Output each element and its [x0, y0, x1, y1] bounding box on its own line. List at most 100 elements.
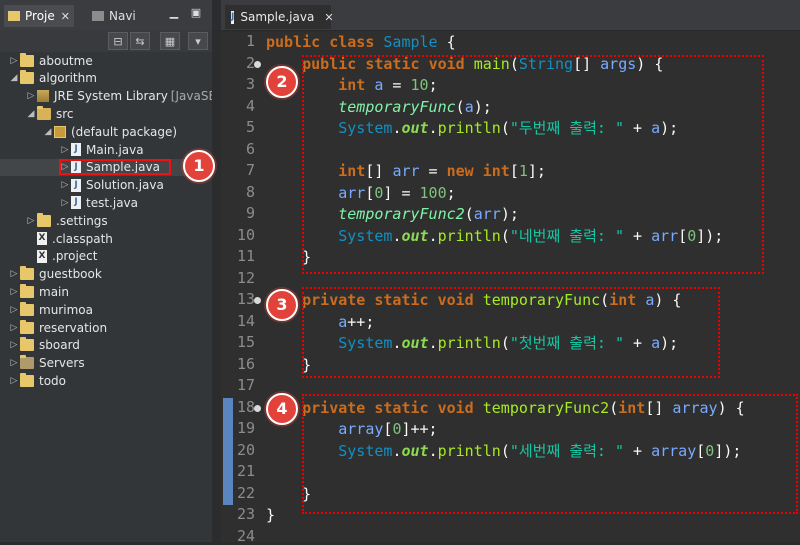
tree-item[interactable]: ◢ (default package) — [42, 123, 178, 140]
collapsed-arrow-icon[interactable]: ▷ — [8, 305, 20, 315]
collapsed-arrow-icon[interactable]: ▷ — [59, 180, 71, 190]
collapsed-arrow-icon[interactable]: ▷ — [8, 340, 20, 350]
tree-item-label: aboutme — [39, 53, 93, 68]
expanded-arrow-icon[interactable]: ◢ — [42, 127, 54, 137]
xml-file-icon: X — [37, 249, 47, 263]
annotation-box-temporaryfunc2 — [302, 394, 798, 514]
line-number: 1 — [245, 32, 255, 50]
project-explorer-panel: Proje ✕ Navi ▁ ▣ ⊟ ⇆ ▦ ▾ ▷ aboutme ◢ algori… — [0, 0, 212, 542]
focus-icon[interactable]: ▦ — [160, 32, 180, 50]
tab-sample-java[interactable]: J Sample.java ✕ — [225, 5, 334, 29]
folder-icon — [20, 52, 34, 67]
line-number: 22 — [236, 483, 255, 502]
line-number: 23 — [236, 505, 255, 523]
tree-item[interactable]: ▷ J Solution.java — [59, 177, 164, 194]
navigator-icon — [92, 11, 104, 21]
collapsed-arrow-icon[interactable]: ▷ — [8, 376, 20, 386]
collapsed-arrow-icon[interactable]: ▷ — [8, 269, 20, 279]
selection-annotation-box — [59, 159, 171, 175]
line-number: 20 — [236, 440, 255, 459]
collapse-all-icon[interactable]: ⊟ — [108, 32, 128, 50]
close-icon[interactable]: ✕ — [324, 11, 333, 24]
fold-toggle-icon[interactable] — [254, 404, 261, 412]
code-token: { — [437, 33, 456, 51]
tree-item-label: .settings — [56, 213, 108, 228]
tree-item[interactable]: ▷ murimoa — [8, 301, 93, 318]
folder-icon — [20, 372, 34, 387]
source-folder-icon — [37, 105, 51, 120]
fold-toggle-icon[interactable] — [254, 297, 261, 304]
tree-item[interactable]: ▷ JRE System Library[JavaSE-1 — [25, 88, 212, 105]
line-number: 17 — [236, 376, 255, 394]
line-number: 6 — [245, 139, 255, 158]
tree-item-label: Main.java — [86, 142, 144, 157]
tree-item[interactable]: ▷ todo — [8, 372, 66, 389]
tree-item[interactable]: ▷ aboutme — [8, 52, 93, 69]
servers-folder-icon — [20, 355, 34, 370]
tree-item-suffix: [JavaSE-1 — [170, 89, 212, 104]
tree-item-label: Servers — [39, 356, 85, 371]
tab-project-explorer[interactable]: Proje ✕ — [4, 5, 74, 27]
tree-item[interactable]: ▷ sboard — [8, 337, 80, 354]
tree-item[interactable]: ▷ J Main.java — [59, 141, 144, 158]
tree-item[interactable]: X .classpath — [25, 230, 113, 247]
tree-item[interactable]: ◢ algorithm — [8, 70, 97, 87]
tab-navigator-label: Navi — [109, 9, 136, 23]
tree-item[interactable]: ◢ src — [25, 105, 74, 122]
tree-item[interactable]: X .project — [25, 248, 97, 265]
library-icon — [37, 90, 49, 103]
collapsed-arrow-icon[interactable]: ▷ — [25, 91, 37, 101]
tree-item[interactable]: ▷ guestbook — [8, 266, 102, 283]
line-number: 16 — [236, 354, 255, 373]
collapsed-arrow-icon[interactable]: ▷ — [8, 56, 20, 66]
line-number: 14 — [236, 311, 255, 330]
code-line: public class Sample { — [266, 32, 456, 53]
line-number: 7 — [245, 161, 255, 179]
folder-icon — [20, 337, 34, 352]
collapsed-arrow-icon[interactable]: ▷ — [25, 216, 37, 226]
collapsed-arrow-icon[interactable]: ▷ — [59, 145, 71, 155]
maximize-icon[interactable]: ▣ — [190, 7, 202, 20]
collapsed-arrow-icon[interactable]: ▷ — [8, 358, 20, 368]
panel-splitter[interactable] — [212, 0, 221, 542]
expanded-arrow-icon[interactable]: ◢ — [25, 109, 37, 119]
tree-item-label: .classpath — [52, 231, 113, 246]
close-icon[interactable]: ✕ — [61, 10, 70, 23]
editor-tab-bar: J Sample.java ✕ — [221, 0, 800, 31]
collapsed-arrow-icon[interactable]: ▷ — [8, 287, 20, 297]
view-menu-icon[interactable]: ▾ — [188, 32, 208, 50]
java-file-icon: J — [71, 196, 81, 210]
tree-item-label: murimoa — [39, 302, 93, 317]
expanded-arrow-icon[interactable]: ◢ — [8, 73, 20, 83]
package-icon — [54, 125, 66, 138]
line-number: 18 — [236, 397, 255, 416]
line-number: 12 — [236, 268, 255, 287]
tree-item-label: todo — [39, 373, 67, 388]
annotation-badge-2: 2 — [266, 66, 298, 98]
view-tab-bar: Proje ✕ Navi ▁ ▣ — [0, 0, 212, 31]
tree-item-label: (default package) — [71, 124, 178, 139]
annotation-badge-4: 4 — [266, 393, 298, 425]
link-with-editor-icon[interactable]: ⇆ — [130, 32, 150, 50]
java-file-icon: J — [71, 178, 81, 192]
tree-item[interactable]: ▷ Jtest.java — [59, 194, 138, 211]
minimize-icon[interactable]: ▁ — [168, 7, 180, 20]
project-explorer-icon — [8, 11, 20, 21]
tree-item-label: JRE System Library — [54, 89, 168, 104]
tree-item-label: main — [39, 284, 69, 299]
fold-toggle-icon[interactable] — [254, 60, 261, 68]
tree-item[interactable]: ▷ main — [8, 283, 69, 300]
line-number: 5 — [245, 118, 255, 136]
tree-item-label: src — [56, 106, 74, 121]
explorer-toolbar: ⊟ ⇆ ▦ ▾ — [0, 30, 212, 52]
tree-item[interactable]: ▷ .settings — [25, 212, 108, 229]
java-file-icon: J — [71, 143, 81, 156]
collapsed-arrow-icon[interactable]: ▷ — [8, 323, 20, 333]
tab-navigator[interactable]: Navi — [88, 5, 140, 27]
tree-item[interactable]: ▷ Servers — [8, 355, 85, 372]
tree-item[interactable]: ▷ reservation — [8, 319, 107, 336]
collapsed-arrow-icon[interactable]: ▷ — [59, 198, 71, 208]
folder-icon — [37, 212, 51, 227]
tree-item-label: reservation — [39, 320, 108, 335]
folder-icon — [20, 319, 34, 334]
